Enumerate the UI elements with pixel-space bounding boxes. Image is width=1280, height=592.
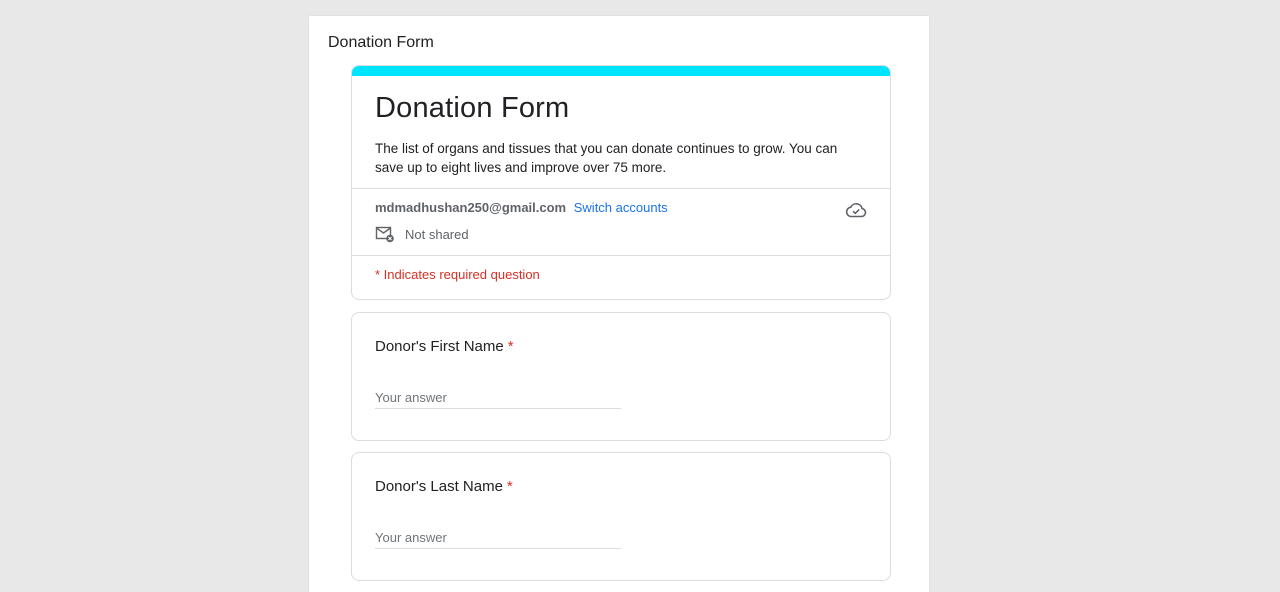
last-name-input[interactable] xyxy=(375,527,621,549)
question-card-last-name: Donor's Last Name * xyxy=(351,452,891,581)
form-title: Donation Form xyxy=(375,92,570,124)
form-description: The list of organs and tissues that you … xyxy=(375,141,838,175)
shared-status: Not shared xyxy=(405,226,469,242)
account-row: mdmadhushan250@gmail.com Switch accounts xyxy=(375,200,668,215)
mail-not-shared-icon xyxy=(375,226,394,243)
page-title: Donation Form xyxy=(328,34,434,51)
shared-status-row: Not shared xyxy=(375,225,469,243)
required-note: * Indicates required question xyxy=(375,267,540,282)
switch-accounts-link[interactable]: Switch accounts xyxy=(574,200,668,215)
question-label: Donor's First Name * xyxy=(375,338,514,355)
required-star: * xyxy=(506,478,513,495)
divider xyxy=(352,255,890,256)
account-email: mdmadhushan250@gmail.com xyxy=(375,200,567,215)
required-star: * xyxy=(507,338,514,355)
form-header-card: Donation Form The list of organs and tis… xyxy=(351,65,891,300)
divider xyxy=(352,188,890,189)
form-page: Donation Form Donation Form The list of … xyxy=(309,16,929,592)
first-name-input[interactable] xyxy=(375,387,621,409)
cloud-saved-icon xyxy=(844,200,868,220)
question-card-first-name: Donor's First Name * xyxy=(351,312,891,441)
question-label: Donor's Last Name * xyxy=(375,478,513,495)
accent-bar xyxy=(352,66,890,76)
